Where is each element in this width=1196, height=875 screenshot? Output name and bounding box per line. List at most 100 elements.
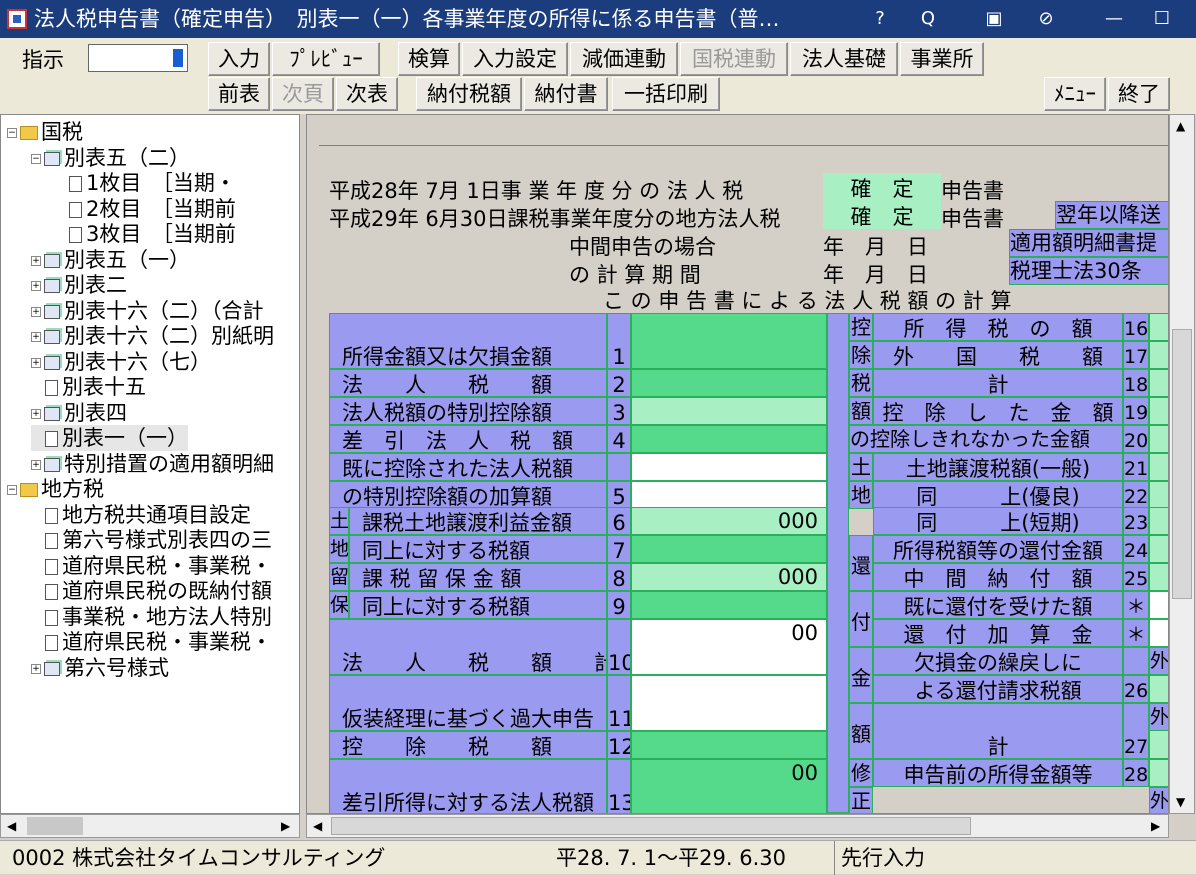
expand-icon[interactable]: + — [31, 255, 41, 266]
prev-table-button[interactable]: 前表 — [208, 77, 270, 111]
tree-item[interactable]: 事業税・地方法人特別 — [31, 604, 272, 630]
form-row-value[interactable] — [631, 369, 827, 397]
form-row-value[interactable] — [1149, 425, 1168, 453]
search-icon[interactable]: Q — [914, 4, 942, 34]
scroll-right-icon[interactable]: ▶ — [281, 819, 290, 833]
tree-item[interactable]: + 別表十六（二）別紙明 — [31, 323, 274, 349]
form-row-value[interactable] — [1149, 759, 1168, 787]
expand-icon[interactable]: + — [31, 357, 41, 368]
preview-button[interactable]: ﾌﾟﾚﾋﾞｭｰ — [272, 42, 380, 76]
maximize-button[interactable]: ☐ — [1148, 4, 1176, 34]
expand-icon[interactable]: − — [7, 128, 17, 138]
tree-item[interactable]: 道府県民税の既納付額 — [31, 578, 272, 604]
menu-button[interactable]: ﾒﾆｭｰ — [1044, 77, 1106, 111]
tree-item[interactable]: 2枚目 ［当期前 — [55, 196, 236, 222]
tree-item[interactable]: 1枚目 ［当期・ — [55, 170, 236, 196]
navigation-tree[interactable]: − 国税 − 別表五（二） 1枚目 ［当期・ 2枚目 ［当期前 3枚目 ［当期前 + 別表五（一… — [0, 114, 300, 814]
instruction-input[interactable] — [88, 44, 188, 72]
scroll-right-icon[interactable]: ▶ — [1151, 819, 1160, 833]
national-tax-link-button[interactable]: 国税連動 — [680, 42, 788, 76]
tree-item[interactable]: 道府県民税・事業税・ — [31, 553, 272, 579]
help-icon[interactable]: ? — [866, 4, 894, 34]
scroll-left-icon[interactable]: ◀ — [313, 819, 322, 833]
tree-item[interactable]: − 地方税 — [7, 476, 104, 502]
form-row-value[interactable]: 000 — [631, 563, 827, 591]
form-row-value[interactable]: 00 — [631, 759, 827, 813]
form-row-value[interactable] — [631, 731, 827, 759]
minimize-button[interactable]: — — [1100, 4, 1128, 34]
tree-item[interactable]: + 別表二 — [31, 272, 127, 298]
batch-print-button[interactable]: 一括印刷 — [612, 77, 720, 111]
input-button[interactable]: 入力 — [208, 42, 270, 76]
form-row-value[interactable] — [631, 535, 827, 563]
tree-item[interactable]: + 別表四 — [31, 400, 127, 426]
scroll-down-icon[interactable]: ▼ — [1176, 795, 1185, 809]
form-horizontal-scrollbar[interactable]: ◀ ▶ — [306, 814, 1169, 838]
exit-button[interactable]: 終了 — [1108, 77, 1170, 111]
form-row-value[interactable] — [631, 481, 827, 509]
filing-type-1[interactable]: 確 定 — [823, 173, 941, 201]
expand-icon[interactable]: + — [31, 306, 41, 317]
scroll-thumb[interactable] — [1172, 329, 1192, 599]
tree-item[interactable]: + 第六号様式 — [31, 655, 169, 681]
form-vertical-scrollbar[interactable]: ▲ ▼ — [1169, 114, 1195, 814]
tax-amount-button[interactable]: 納付税額 — [416, 77, 522, 111]
tree-item[interactable]: + 別表五（一） — [31, 247, 190, 273]
office-button[interactable]: 事業所 — [900, 42, 984, 76]
depreciation-link-button[interactable]: 減価連動 — [570, 42, 678, 76]
scroll-left-icon[interactable]: ◀ — [7, 819, 16, 833]
form-row-value[interactable] — [1149, 507, 1168, 535]
notepad-icon[interactable]: ▣ — [980, 4, 1008, 34]
expand-icon[interactable]: − — [31, 153, 41, 164]
expand-icon[interactable]: − — [7, 485, 17, 495]
form-row-value[interactable] — [631, 313, 827, 369]
filing-type-2[interactable]: 確 定 — [823, 201, 941, 229]
next-table-button[interactable]: 次表 — [336, 77, 398, 111]
tree-item[interactable]: + 別表十六（二）（合計 — [31, 298, 264, 324]
scroll-thumb[interactable] — [331, 817, 971, 835]
form-row-value[interactable] — [1149, 453, 1168, 481]
next-page-button[interactable]: 次頁 — [272, 77, 334, 111]
tree-item[interactable]: − 国税 — [7, 119, 83, 145]
expand-icon[interactable]: + — [31, 332, 41, 342]
form-row-value[interactable] — [1149, 675, 1168, 703]
tree-item[interactable]: − 別表五（二） — [31, 145, 190, 171]
tree-item[interactable]: + 特別措置の適用額明細 — [31, 451, 274, 477]
form-row-value[interactable]: 000 — [631, 507, 827, 535]
interim-date-1[interactable]: 年 月 日 — [823, 231, 928, 261]
tree-item[interactable]: 道府県民税・事業税・ — [31, 629, 272, 655]
input-settings-button[interactable]: 入力設定 — [462, 42, 568, 76]
expand-icon[interactable]: + — [31, 663, 41, 674]
form-row-value[interactable] — [631, 591, 827, 619]
form-row-value[interactable] — [1149, 397, 1168, 425]
tree-horizontal-scrollbar[interactable]: ◀ ▶ — [0, 814, 300, 838]
form-row-value[interactable] — [1149, 341, 1168, 369]
tree-item[interactable]: + 別表十六（七） — [31, 349, 211, 375]
form-row-value[interactable]: 00 — [631, 619, 827, 675]
form-row-value[interactable] — [1149, 563, 1168, 591]
expand-icon[interactable]: + — [31, 281, 41, 291]
form-row-value[interactable] — [1149, 619, 1168, 647]
form-row-value[interactable] — [631, 675, 827, 731]
tree-item[interactable]: 3枚目 ［当期前 — [55, 221, 236, 247]
tree-item[interactable]: 第六号様式別表四の三 — [31, 527, 272, 553]
form-row-value[interactable] — [1149, 481, 1168, 509]
cancel-icon[interactable]: ⊘ — [1032, 4, 1060, 34]
scroll-up-icon[interactable]: ▲ — [1176, 119, 1185, 133]
tree-item[interactable]: 別表一（一） — [31, 425, 188, 451]
scroll-thumb[interactable] — [27, 817, 83, 835]
payment-slip-button[interactable]: 納付書 — [524, 77, 608, 111]
form-row-value[interactable] — [1149, 369, 1168, 397]
form-row-value[interactable] — [1149, 535, 1168, 563]
expand-icon[interactable]: + — [31, 459, 41, 470]
tree-item[interactable]: 別表十五 — [31, 374, 146, 400]
form-row-value[interactable] — [631, 453, 827, 481]
form-row-value[interactable] — [1149, 591, 1168, 619]
form-row-value[interactable] — [631, 397, 827, 425]
tree-item[interactable]: 地方税共通項目設定 — [31, 502, 251, 528]
corp-basics-button[interactable]: 法人基礎 — [790, 42, 898, 76]
kensan-button[interactable]: 検算 — [398, 42, 460, 76]
form-row-value[interactable] — [1149, 313, 1168, 341]
expand-icon[interactable]: + — [31, 408, 41, 419]
form-row-value[interactable] — [631, 425, 827, 453]
